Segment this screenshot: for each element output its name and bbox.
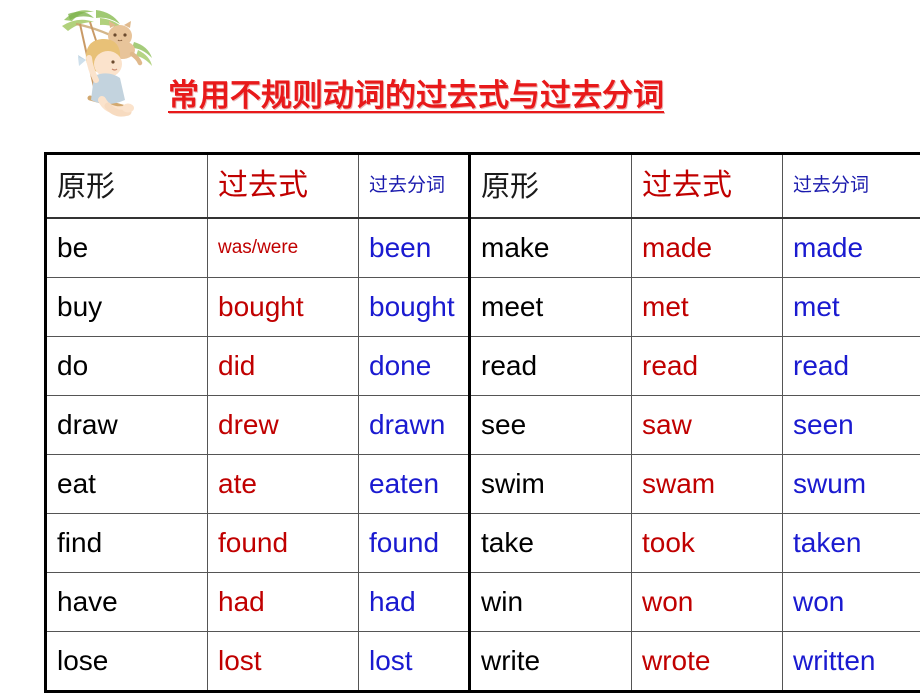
table-row: draw drew drawn xyxy=(46,396,517,455)
table-row: buy bought bought xyxy=(46,278,517,337)
cell-base-form: eat xyxy=(46,455,208,514)
table-header-row: 原形 过去式 过去分词 xyxy=(470,154,920,219)
cell-past-participle: seen xyxy=(783,396,920,455)
cell-past-tense: did xyxy=(208,337,359,396)
irregular-verbs-table-right: 原形 过去式 过去分词 make made made meet met met … xyxy=(468,152,920,693)
table-row: have had had xyxy=(46,573,517,632)
table-body-left: be was/were been buy bought bought do di… xyxy=(46,218,517,692)
table-body-right: make made made meet met met read read re… xyxy=(470,218,920,692)
cell-base-form: make xyxy=(470,218,632,278)
table-row: be was/were been xyxy=(46,218,517,278)
cell-past-tense: met xyxy=(632,278,783,337)
cell-past-tense: found xyxy=(208,514,359,573)
cell-past-participle: met xyxy=(783,278,920,337)
table-row: eat ate eaten xyxy=(46,455,517,514)
table-row: do did done xyxy=(46,337,517,396)
cell-past-participle: made xyxy=(783,218,920,278)
cell-past-tense: bought xyxy=(208,278,359,337)
cell-past-tense: read xyxy=(632,337,783,396)
cell-base-form: win xyxy=(470,573,632,632)
irregular-verbs-table-left: 原形 过去式 过去分词 be was/were been buy bought … xyxy=(44,152,518,693)
cell-base-form: do xyxy=(46,337,208,396)
cell-base-form: draw xyxy=(46,396,208,455)
cell-base-form: be xyxy=(46,218,208,278)
table-row: write wrote written xyxy=(470,632,920,692)
cell-past-participle: read xyxy=(783,337,920,396)
table-row: swim swam swum xyxy=(470,455,920,514)
table-row: take took taken xyxy=(470,514,920,573)
header-base-form: 原形 xyxy=(470,154,632,219)
page-title: 常用不规则动词的过去式与过去分词 xyxy=(168,70,664,115)
header-past-tense: 过去式 xyxy=(208,154,359,219)
cell-past-participle: taken xyxy=(783,514,920,573)
cell-past-participle: won xyxy=(783,573,920,632)
cell-base-form: swim xyxy=(470,455,632,514)
cell-past-participle: written xyxy=(783,632,920,692)
cell-past-tense: saw xyxy=(632,396,783,455)
table-row: read read read xyxy=(470,337,920,396)
header-past-participle: 过去分词 xyxy=(783,154,920,219)
cell-past-tense: had xyxy=(208,573,359,632)
cell-base-form: meet xyxy=(470,278,632,337)
table-row: meet met met xyxy=(470,278,920,337)
cell-past-participle: swum xyxy=(783,455,920,514)
table-row: make made made xyxy=(470,218,920,278)
table-row: lose lost lost xyxy=(46,632,517,692)
cell-past-tense: made xyxy=(632,218,783,278)
table-row: see saw seen xyxy=(470,396,920,455)
header-past-tense: 过去式 xyxy=(632,154,783,219)
cell-base-form: lose xyxy=(46,632,208,692)
cell-past-tense: took xyxy=(632,514,783,573)
girl-on-swing-with-cat-illustration xyxy=(56,2,176,130)
cell-past-tense: swam xyxy=(632,455,783,514)
cell-base-form: take xyxy=(470,514,632,573)
cell-base-form: see xyxy=(470,396,632,455)
cell-past-tense: was/were xyxy=(208,218,359,278)
cell-past-tense: drew xyxy=(208,396,359,455)
cell-base-form: write xyxy=(470,632,632,692)
header-base-form: 原形 xyxy=(46,154,208,219)
cell-past-tense: won xyxy=(632,573,783,632)
cell-base-form: buy xyxy=(46,278,208,337)
cell-base-form: have xyxy=(46,573,208,632)
cell-base-form: find xyxy=(46,514,208,573)
cell-past-tense: lost xyxy=(208,632,359,692)
table-row: find found found xyxy=(46,514,517,573)
table-header-row: 原形 过去式 过去分词 xyxy=(46,154,517,219)
cell-past-tense: ate xyxy=(208,455,359,514)
table-row: win won won xyxy=(470,573,920,632)
cell-base-form: read xyxy=(470,337,632,396)
cell-past-tense: wrote xyxy=(632,632,783,692)
